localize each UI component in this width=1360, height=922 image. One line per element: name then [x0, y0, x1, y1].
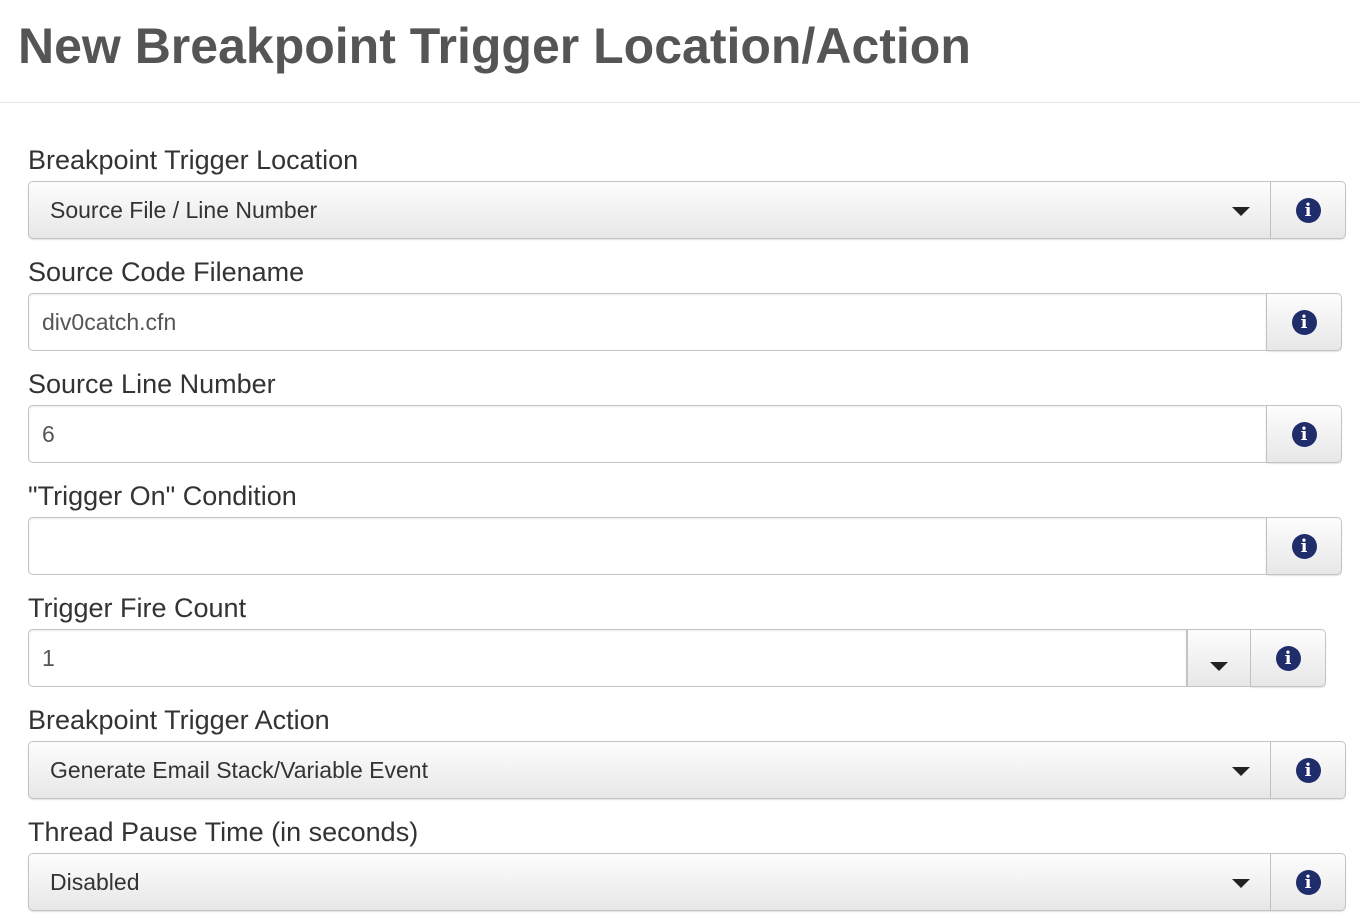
chevron-down-icon [1210, 662, 1228, 671]
trigger-action-select[interactable]: Generate Email Stack/Variable Event [28, 741, 1271, 799]
info-icon: i [1275, 645, 1301, 671]
source-line-value: 6 [42, 421, 55, 447]
fire-count-value: 1 [42, 645, 55, 671]
trigger-location-info-button[interactable]: i [1271, 181, 1346, 239]
trigger-condition-info-button[interactable]: i [1267, 517, 1342, 575]
trigger-action-label: Breakpoint Trigger Action [28, 705, 330, 735]
fire-count-input[interactable]: 1 [28, 629, 1187, 687]
trigger-location-label: Breakpoint Trigger Location [28, 145, 359, 175]
info-icon: i [1295, 757, 1321, 783]
fire-count-label: Trigger Fire Count [28, 593, 247, 623]
source-filename-input[interactable]: div0catch.cfn [28, 293, 1267, 351]
source-filename-info-button[interactable]: i [1267, 293, 1342, 351]
info-icon: i [1295, 197, 1321, 223]
trigger-condition-input[interactable] [28, 517, 1267, 575]
page-title: New Breakpoint Trigger Location/Action [18, 18, 971, 74]
info-icon: i [1295, 869, 1321, 895]
source-filename-label: Source Code Filename [28, 257, 305, 287]
info-icon: i [1291, 309, 1317, 335]
fire-count-dropdown-button[interactable] [1187, 629, 1251, 687]
trigger-location-select[interactable]: Source File / Line Number [28, 181, 1271, 239]
chevron-down-icon [1232, 767, 1250, 776]
pause-time-label: Thread Pause Time (in seconds) [28, 817, 419, 847]
info-icon: i [1291, 533, 1317, 559]
trigger-action-value: Generate Email Stack/Variable Event [50, 757, 428, 783]
trigger-condition-label: "Trigger On" Condition [28, 481, 297, 511]
source-line-info-button[interactable]: i [1267, 405, 1342, 463]
pause-time-info-button[interactable]: i [1271, 853, 1346, 911]
pause-time-select[interactable]: Disabled [28, 853, 1271, 911]
source-line-input[interactable]: 6 [28, 405, 1267, 463]
fire-count-info-button[interactable]: i [1251, 629, 1326, 687]
info-icon: i [1291, 421, 1317, 447]
trigger-location-value: Source File / Line Number [50, 197, 318, 223]
source-filename-value: div0catch.cfn [42, 309, 177, 335]
trigger-action-info-button[interactable]: i [1271, 741, 1346, 799]
chevron-down-icon [1232, 207, 1250, 216]
pause-time-value: Disabled [50, 869, 140, 895]
page-header: New Breakpoint Trigger Location/Action [0, 0, 1360, 103]
chevron-down-icon [1232, 879, 1250, 888]
source-line-label: Source Line Number [28, 369, 276, 399]
